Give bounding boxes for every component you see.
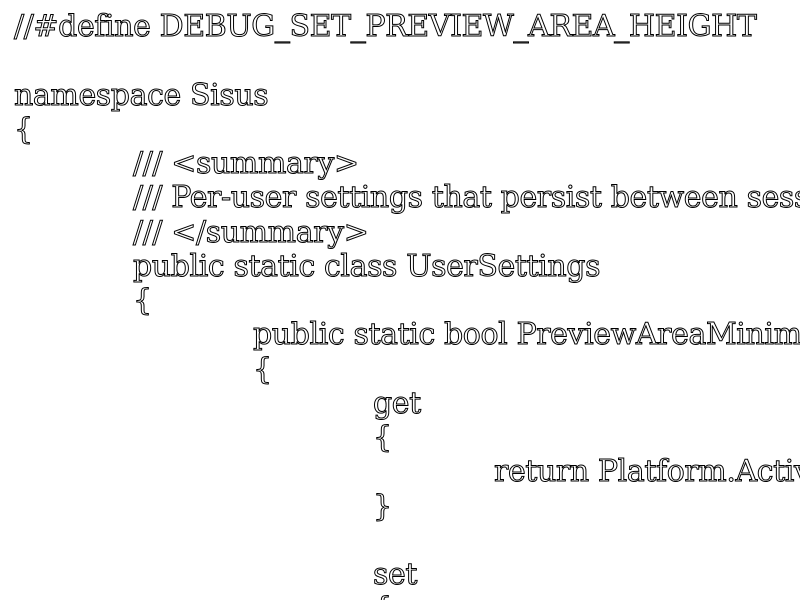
code-line-14: return Platform.Active [494, 454, 800, 489]
code-line-12: get [373, 386, 422, 421]
code-line-6: /// Per-user settings that persist betwe… [133, 180, 800, 215]
code-line-15: } [373, 489, 393, 524]
code-line-1: //#define DEBUG_SET_PREVIEW_AREA_HEIGHT [14, 9, 758, 44]
code-document: //#define DEBUG_SET_PREVIEW_AREA_HEIGHT … [0, 0, 800, 600]
code-line-8: public static class UserSettings [132, 249, 601, 284]
code-line-13: { [373, 420, 393, 455]
code-line-7: /// </summary> [132, 215, 369, 250]
code-line-11: { [253, 352, 273, 387]
code-line-5: /// <summary> [133, 146, 360, 181]
code-line-4: { [14, 112, 34, 147]
code-line-18: { [373, 591, 393, 600]
code-line-9: { [133, 283, 153, 318]
code-line-3: namespace Sisus [13, 78, 269, 113]
code-line-10: public static bool PreviewAreaMinimiz [252, 317, 800, 352]
code-line-17: set [372, 557, 418, 592]
